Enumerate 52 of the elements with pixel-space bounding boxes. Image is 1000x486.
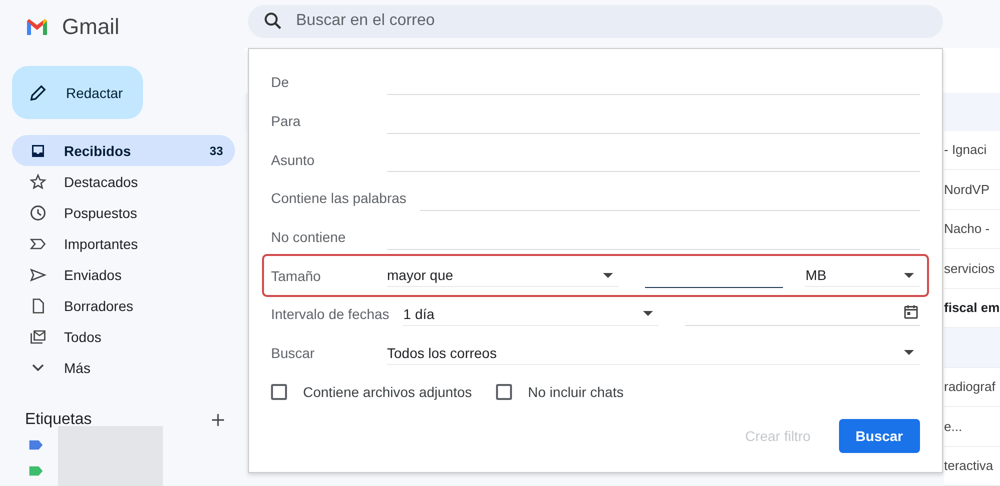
email-row[interactable]: radiograf [944,368,1000,407]
field-label: Para [271,113,302,130]
dropdown[interactable]: Todos los correos [387,342,920,365]
email-row[interactable]: NordVP [944,170,1000,210]
chevron-down-icon [32,364,44,371]
calendar-icon [902,302,920,321]
field-label: Contiene las palabras [271,190,406,206]
caret-icon [603,272,614,278]
email-row[interactable]: - Ignaci [944,130,1000,170]
caret-icon [904,350,914,356]
email-row[interactable] [944,328,1000,368]
plus-icon[interactable] [209,411,227,429]
star-icon [29,172,47,190]
clock-icon [29,204,47,222]
field-label: Tamaño [271,268,322,284]
sidebar-item[interactable]: Importantes [12,228,235,259]
caret-icon [904,272,914,278]
caret-icon [643,311,654,316]
search-button[interactable]: Buscar [838,418,920,452]
field-label: De [271,74,290,90]
app-name: Gmail [62,14,120,40]
search-field[interactable]: Buscar en el correo [248,5,943,38]
compose-button[interactable]: Redactar [12,66,143,119]
sidebar-item[interactable]: Destacados [12,166,235,197]
sidebar-item[interactable]: Borradores [12,290,235,321]
email-row[interactable]: fiscal em [944,288,1000,328]
field-label: No contiene [271,229,347,246]
sidebar-item[interactable]: Pospuestos [12,197,235,228]
mail-stack-icon [29,328,47,346]
dropdown[interactable]: MB [805,264,920,288]
field-label: Intervalo de fechas [271,306,390,322]
dropdown[interactable]: mayor que [387,264,620,288]
checkbox-label: No incluir chats [528,384,624,400]
email-row[interactable]: servicios [944,249,1000,288]
pencil-icon [28,82,48,102]
checkbox[interactable] [496,384,512,400]
dropdown[interactable]: 1 día [403,302,660,326]
email-row[interactable]: Nacho - [944,210,1000,249]
field-label: Asunto [271,152,316,168]
send-icon [29,266,47,284]
checkbox[interactable] [271,384,287,400]
sidebar-item[interactable]: Recibidos 33 [12,135,235,166]
sidebar-item[interactable]: Más [12,352,235,383]
checkbox-label: Contiene archivos adjuntos [303,384,472,400]
section-title: Etiquetas [25,411,92,429]
sidebar-item[interactable]: Todos [12,321,235,352]
unread-count: 33 [210,144,223,158]
email-row[interactable]: teractiva [944,446,1000,486]
sidebar-item[interactable]: Enviados [12,259,235,290]
email-row[interactable]: e... [944,407,1000,446]
field-label: Buscar [271,345,316,362]
date-field[interactable] [685,302,920,326]
